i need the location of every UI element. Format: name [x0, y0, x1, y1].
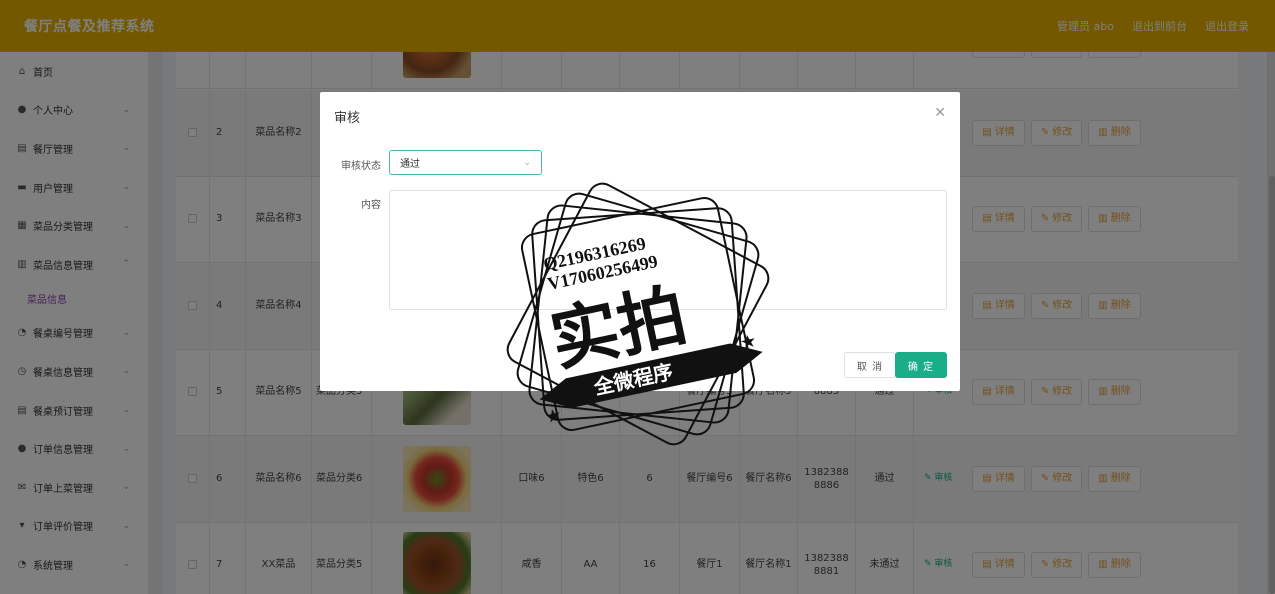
dialog-title: 审核 [334, 111, 361, 126]
content-textarea[interactable] [389, 190, 947, 310]
close-icon[interactable]: ✕ [934, 105, 946, 121]
content-label: 内容 [361, 200, 381, 211]
cancel-button[interactable]: 取 消 [844, 352, 896, 378]
status-select-value: 通过 [400, 159, 420, 170]
chevron-down-icon: ⌄ [523, 157, 531, 168]
status-select[interactable]: 通过 ⌄ [389, 150, 542, 175]
status-label: 审核状态 [341, 161, 381, 172]
confirm-button[interactable]: 确 定 [895, 352, 947, 378]
audit-dialog: 审核 ✕ 审核状态 通过 ⌄ 内容 取 消 确 定 [320, 92, 960, 391]
